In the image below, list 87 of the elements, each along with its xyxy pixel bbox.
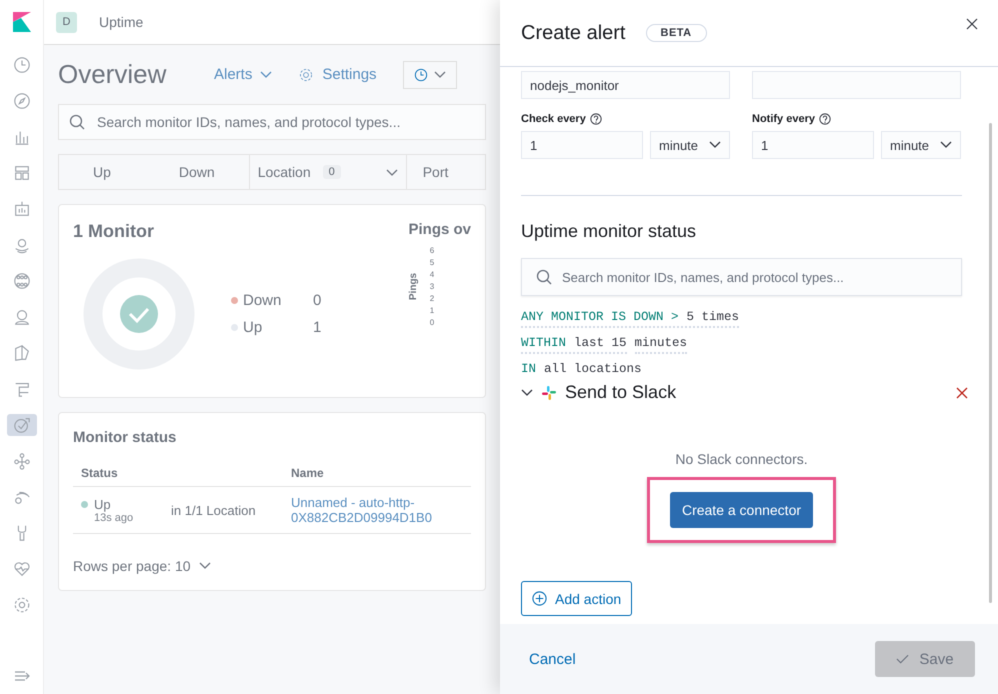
field-label: Check every (521, 113, 586, 125)
column-header[interactable]: Status (73, 460, 283, 487)
number-field[interactable]: 1 (752, 131, 874, 159)
port-filter[interactable]: Port (406, 164, 448, 180)
search-field[interactable]: Search monitor IDs, names, and protocol types... (521, 258, 962, 296)
settings-link[interactable]: Settings (298, 66, 377, 83)
expression-button[interactable]: minutes (634, 336, 688, 354)
caret-icon (709, 141, 721, 149)
clock-icon (414, 68, 428, 82)
axis-label: Pings (408, 272, 420, 300)
legend-label: Up (243, 319, 264, 336)
filter-button[interactable]: Down (144, 164, 249, 180)
location-text: in 1/1 Location (171, 502, 257, 518)
gear-icon (298, 66, 314, 82)
input-field[interactable] (752, 71, 961, 99)
help-icon (818, 113, 831, 125)
nav-item[interactable] (6, 414, 36, 436)
time-ago: 13s ago (94, 512, 134, 524)
unit-select[interactable]: minute (881, 131, 961, 159)
search-icon (69, 114, 85, 130)
slack-logo-icon (541, 384, 557, 400)
search-field[interactable]: Search monitor IDs, names, and protocol types... (58, 104, 486, 140)
cancel-button[interactable]: Cancel (509, 644, 596, 674)
caret-icon (940, 141, 952, 149)
heartbeat-icon (12, 560, 30, 578)
building-icon (12, 200, 30, 218)
flyout-title: Create alert (521, 22, 626, 44)
field-label: Notify every (752, 113, 815, 125)
compass-icon (12, 92, 30, 110)
space-avatar[interactable]: D (56, 12, 77, 32)
date-picker-button[interactable] (402, 60, 457, 88)
filter-button[interactable]: Up (59, 164, 145, 180)
axis-tick: 3 (430, 282, 434, 291)
expression-button[interactable]: ANY MONITOR IS DOWN > 5 times (521, 310, 740, 328)
beta-badge: BETA (646, 24, 707, 42)
legend-value: 1 (313, 319, 322, 336)
user-icon (12, 308, 30, 326)
collapse-icon[interactable] (14, 670, 30, 682)
empty-message: No Slack connectors. (675, 451, 808, 467)
rows-per-page-button[interactable]: Rows per page: 10 (73, 558, 471, 574)
plus-icon (532, 591, 547, 606)
section-title: Uptime monitor status (521, 221, 698, 242)
caret-icon (260, 70, 272, 78)
check-circle-icon (12, 416, 30, 434)
column-header[interactable]: Name (283, 460, 471, 487)
logo-icon[interactable] (12, 12, 30, 32)
legend-value: 0 (313, 292, 322, 309)
axis-tick: 2 (430, 294, 434, 303)
monitor-link[interactable]: Unnamed - auto-http-0X882CB2D09994D1B0 (291, 495, 441, 525)
grid-dots-icon (12, 272, 30, 290)
legend-label: Down (243, 292, 282, 309)
expression-button[interactable]: IN all locations (521, 362, 642, 376)
card-title: Monitor status (73, 429, 178, 446)
create-connector-button[interactable]: Create a connector (670, 492, 814, 528)
unit-select[interactable]: minute (650, 131, 730, 159)
status-dot (81, 500, 88, 508)
delete-button[interactable] (956, 386, 968, 398)
close-button[interactable] (965, 18, 978, 31)
caret-icon[interactable] (521, 388, 533, 396)
caret-icon (198, 562, 211, 570)
number-field[interactable]: 1 (521, 131, 643, 159)
alerts-dropdown[interactable]: Alerts (214, 66, 272, 83)
search-icon (536, 269, 552, 285)
location-filter[interactable]: Location 0 (248, 155, 407, 189)
add-action-button[interactable]: Add action (521, 581, 632, 616)
index-field[interactable]: nodejs_monitor (521, 71, 730, 99)
axis-tick: 4 (430, 270, 434, 279)
graph-icon (12, 452, 30, 470)
axis-tick: 1 (430, 306, 434, 315)
page-title: Overview (58, 59, 168, 90)
breadcrumb[interactable]: Uptime (99, 14, 144, 30)
axis-tick: 5 (430, 258, 434, 267)
action-title: Send to Slack (565, 382, 676, 403)
chart-title: Pings ov (408, 221, 471, 238)
dashboard-icon (12, 164, 30, 182)
check-icon (896, 654, 910, 664)
caret-icon (434, 70, 446, 78)
clock-icon (12, 56, 30, 74)
expression-button[interactable]: WITHIN last 15 (521, 336, 627, 354)
status-text: Up (94, 496, 111, 512)
gear-icon (12, 596, 30, 614)
caret-icon (386, 169, 398, 177)
help-icon (590, 113, 602, 125)
scrollbar[interactable] (989, 123, 992, 603)
axis-tick: 6 (430, 246, 434, 255)
axis-tick: 0 (430, 318, 434, 327)
card-title: 1 Monitor (73, 221, 155, 242)
